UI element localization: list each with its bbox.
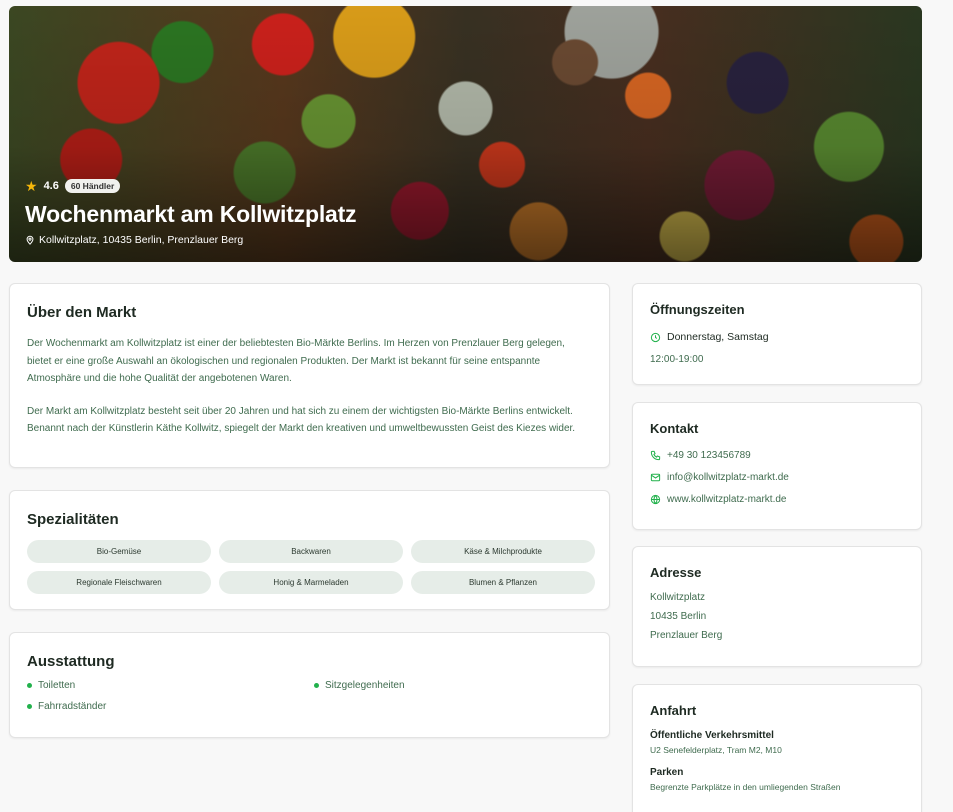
about-card: Über den Markt Der Wochenmarkt am Kollwi…	[9, 283, 610, 468]
specialties-heading: Spezialitäten	[27, 511, 119, 528]
location-text: Kollwitzplatz, 10435 Berlin, Prenzlauer …	[39, 234, 244, 246]
directions-heading: Anfahrt	[650, 703, 697, 718]
transit-value: U2 Senefelderplatz, Tram M2, M10	[650, 745, 782, 755]
amenity-item: Toiletten	[27, 680, 314, 691]
phone-icon	[650, 450, 661, 461]
directions-card: Anfahrt Öffentliche Verkehrsmittel U2 Se…	[632, 684, 922, 812]
clock-icon	[650, 332, 661, 342]
amenity-label: Fahrradständer	[38, 701, 107, 712]
transit-label: Öffentliche Verkehrsmittel	[650, 730, 774, 741]
address-line: 10435 Berlin	[650, 611, 707, 622]
specialties-list: Bio-Gemüse Backwaren Käse & Milchprodukt…	[27, 540, 595, 594]
contact-heading: Kontakt	[650, 421, 699, 436]
hero-location: Kollwitzplatz, 10435 Berlin, Prenzlauer …	[25, 234, 356, 246]
contact-phone[interactable]: +49 30 123456789	[667, 450, 751, 461]
bullet-dot-icon	[314, 683, 319, 688]
amenities-heading: Ausstattung	[27, 653, 115, 670]
parking-value: Begrenzte Parkplätze in den umliegenden …	[650, 782, 841, 792]
specialty-chip: Backwaren	[219, 540, 403, 563]
address-line: Kollwitzplatz	[650, 592, 706, 603]
about-paragraph: Der Markt am Kollwitzplatz besteht seit …	[27, 405, 576, 435]
amenity-label: Sitzgelegenheiten	[325, 680, 405, 691]
rating-value: 4.6	[43, 180, 59, 192]
hero-overlay: ★ 4.6 60 Händler Wochenmarkt am Kollwitz…	[25, 179, 357, 246]
address-card: Adresse Kollwitzplatz 10435 Berlin Prenz…	[632, 546, 922, 667]
amenity-label: Toiletten	[38, 680, 76, 691]
page-title: Wochenmarkt am Kollwitzplatz	[25, 201, 357, 227]
contact-card: Kontakt +49 30 123456789 info@kollwitzpl…	[632, 402, 922, 530]
bullet-dot-icon	[27, 683, 32, 688]
amenity-item: Sitzgelegenheiten	[314, 680, 601, 691]
about-heading: Über den Markt	[27, 304, 137, 321]
vendor-count-badge: 60 Händler	[64, 179, 121, 193]
specialties-card: Spezialitäten Bio-Gemüse Backwaren Käse …	[9, 490, 610, 610]
address-heading: Adresse	[650, 565, 702, 580]
contact-website-row[interactable]: www.kollwitzplatz-markt.de	[650, 494, 904, 505]
star-icon: ★	[25, 178, 38, 194]
contact-email[interactable]: info@kollwitzplatz-markt.de	[667, 472, 789, 483]
parking-label: Parken	[650, 767, 684, 778]
hours-heading: Öffnungszeiten	[650, 302, 745, 317]
amenity-item: Fahrradständer	[27, 701, 314, 712]
amenities-list: Toiletten Sitzgelegenheiten Fahrradständ…	[27, 680, 592, 712]
hours-days-row: Donnerstag, Samstag	[650, 331, 904, 343]
address-line: Prenzlauer Berg	[650, 630, 723, 641]
specialty-chip: Regionale Fleischwaren	[27, 571, 211, 594]
market-detail-page: ★ 4.6 60 Händler Wochenmarkt am Kollwitz…	[0, 0, 953, 812]
mail-icon	[650, 473, 661, 482]
bullet-dot-icon	[27, 704, 32, 709]
hero-image: ★ 4.6 60 Händler Wochenmarkt am Kollwitz…	[9, 6, 922, 262]
map-pin-icon	[26, 235, 34, 245]
specialty-chip: Käse & Milchprodukte	[411, 540, 595, 563]
hero-meta: ★ 4.6 60 Händler	[25, 179, 356, 193]
hours-days: Donnerstag, Samstag	[667, 331, 769, 343]
opening-hours-card: Öffnungszeiten Donnerstag, Samstag 12:00…	[632, 283, 922, 385]
specialty-chip: Bio-Gemüse	[27, 540, 211, 563]
about-paragraph: Der Wochenmarkt am Kollwitzplatz ist ein…	[27, 338, 565, 384]
hours-time: 12:00-19:00	[650, 354, 704, 365]
contact-website[interactable]: www.kollwitzplatz-markt.de	[667, 494, 786, 505]
specialty-chip: Blumen & Pflanzen	[411, 571, 595, 594]
amenities-card: Ausstattung Toiletten Sitzgelegenheiten …	[9, 632, 610, 738]
contact-phone-row[interactable]: +49 30 123456789	[650, 450, 904, 461]
specialty-chip: Honig & Marmeladen	[219, 571, 403, 594]
globe-icon	[650, 494, 661, 505]
contact-email-row[interactable]: info@kollwitzplatz-markt.de	[650, 472, 904, 483]
